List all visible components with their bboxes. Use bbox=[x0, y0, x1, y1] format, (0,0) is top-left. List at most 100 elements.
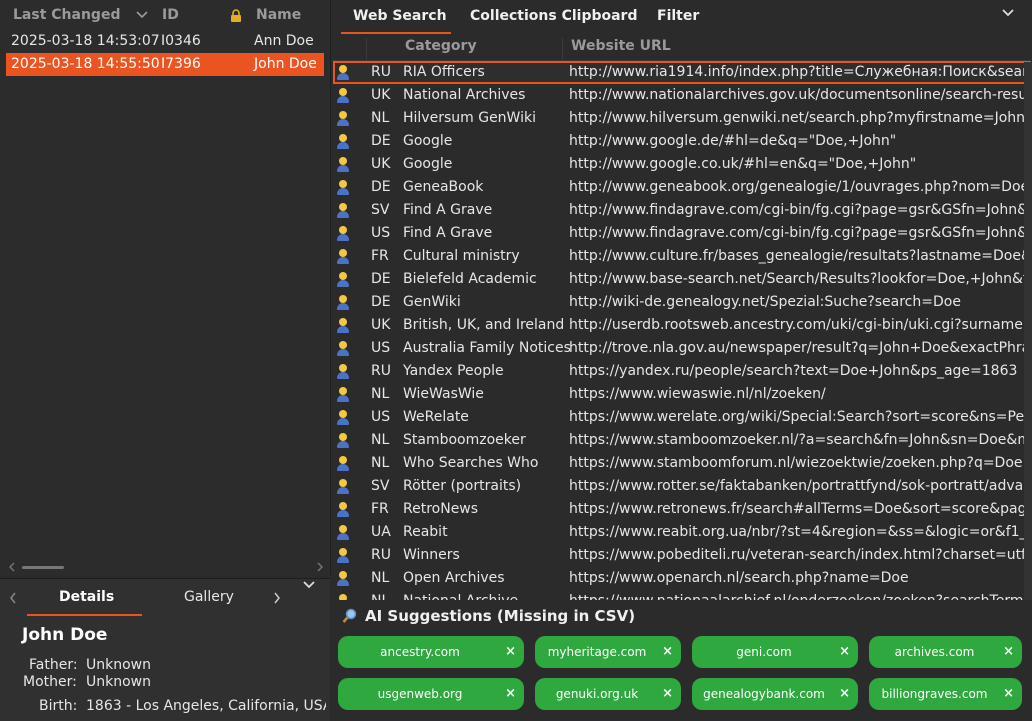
search-row[interactable]: DE Google http://www.google.de/#hl=de&q="D… bbox=[333, 130, 1031, 153]
suggestion-chip[interactable]: billiongraves.com × bbox=[869, 678, 1022, 710]
column-last-changed[interactable]: Last Changed bbox=[13, 0, 120, 30]
row-country-code: DE bbox=[371, 294, 391, 310]
row-category: WeRelate bbox=[403, 409, 469, 425]
tab-next-icon[interactable] bbox=[273, 592, 281, 604]
column-id[interactable]: ID bbox=[162, 0, 179, 30]
row-url: https://www.rotter.se/faktabanken/portra… bbox=[569, 478, 1024, 494]
search-row[interactable]: DE Bielefeld Academic http://www.base-sear… bbox=[333, 268, 1031, 291]
suggestion-chip[interactable]: ancestry.com × bbox=[338, 636, 524, 668]
row-url: https://www.openarch.nl/search.php?name=… bbox=[569, 570, 909, 586]
suggestion-chip[interactable]: genealogybank.com × bbox=[692, 678, 858, 710]
column-name[interactable]: Name bbox=[256, 0, 301, 30]
scroll-left-icon[interactable] bbox=[8, 562, 16, 572]
search-row[interactable]: US Australia Family Notices http://trove.n… bbox=[333, 337, 1031, 360]
tab-web-search[interactable]: Web Search bbox=[353, 8, 447, 24]
row-category: Bielefeld Academic bbox=[403, 271, 537, 287]
search-row[interactable]: RU Winners https://www.pobediteli.ru/veter… bbox=[333, 544, 1031, 567]
vertical-scrollbar[interactable] bbox=[1024, 62, 1032, 600]
row-category: Rötter (portraits) bbox=[403, 478, 522, 494]
row-category: Stamboomzoeker bbox=[403, 432, 526, 448]
column-divider bbox=[562, 38, 563, 60]
row-url: https://www.pobediteli.ru/veteran-search… bbox=[569, 547, 1031, 563]
row-country-code: US bbox=[371, 225, 391, 241]
row-url: http://www.culture.fr/bases_genealogie/r… bbox=[569, 248, 1031, 264]
horizontal-scrollbar[interactable] bbox=[22, 566, 64, 569]
chip-close-icon[interactable]: × bbox=[505, 678, 516, 710]
row-category: RetroNews bbox=[403, 501, 479, 517]
tab-filter[interactable]: Filter bbox=[657, 8, 699, 24]
row-url: http://www.google.de/#hl=de&q="Doe,+John… bbox=[569, 133, 897, 149]
ai-suggestions-title: AI Suggestions (Missing in CSV) bbox=[365, 607, 636, 625]
column-website-url[interactable]: Website URL bbox=[571, 38, 671, 54]
chip-close-icon[interactable]: × bbox=[505, 636, 516, 668]
chip-label: genuki.org.uk bbox=[555, 687, 639, 701]
search-row[interactable]: NL Open Archives https://www.openarch.nl/s… bbox=[333, 567, 1031, 590]
chip-label: billiongraves.com bbox=[881, 687, 988, 701]
person-icon bbox=[336, 525, 350, 540]
row-url: https://www.werelate.org/wiki/Special:Se… bbox=[569, 409, 1031, 425]
person-icon bbox=[336, 502, 350, 517]
birth-label: Birth: bbox=[39, 698, 78, 714]
row-category: Australia Family Notices bbox=[403, 340, 571, 356]
tab-details[interactable]: Details bbox=[59, 589, 114, 605]
search-row[interactable]: US WeRelate https://www.werelate.org/wiki/… bbox=[333, 406, 1031, 429]
search-row[interactable]: DE GeneaBook http://www.geneabook.org/gene… bbox=[333, 176, 1031, 199]
search-row[interactable]: DE GenWiki http://wiki-de.genealogy.net/Sp… bbox=[333, 291, 1031, 314]
search-row[interactable]: NL Who Searches Who https://www.stamboomfo… bbox=[333, 452, 1031, 475]
search-row[interactable]: FR RetroNews https://www.retronews.fr/sear… bbox=[333, 498, 1031, 521]
row-country-code: DE bbox=[371, 271, 391, 287]
chip-close-icon[interactable]: × bbox=[662, 636, 673, 668]
row-url: http://www.findagrave.com/cgi-bin/fg.cgi… bbox=[569, 202, 1031, 218]
person-list: Last Changed ID Name 2025-03-18 14:53:07… bbox=[0, 0, 331, 575]
person-row[interactable]: 2025-03-18 14:53:07 I0346 Ann Doe bbox=[6, 30, 324, 53]
search-row[interactable]: NL Hilversum GenWiki http://www.hilversum.… bbox=[333, 107, 1031, 130]
ai-suggestions-panel: AI Suggestions (Missing in CSV) ancestry… bbox=[332, 600, 1032, 720]
search-row[interactable]: NL Stamboomzoeker https://www.stamboomzoek… bbox=[333, 429, 1031, 452]
column-divider bbox=[366, 38, 367, 60]
search-row[interactable]: UK British, UK, and Ireland http://userdb.… bbox=[333, 314, 1031, 337]
row-url: http://www.google.co.uk/#hl=en&q="Doe,+J… bbox=[569, 156, 917, 172]
suggestion-chip[interactable]: archives.com × bbox=[869, 636, 1022, 668]
row-country-code: NL bbox=[371, 570, 390, 586]
person-icon bbox=[336, 203, 350, 218]
row-category: WieWasWie bbox=[403, 386, 484, 402]
suggestion-chip[interactable]: genuki.org.uk × bbox=[535, 678, 681, 710]
search-row[interactable]: SV Find A Grave http://www.findagrave.com/… bbox=[333, 199, 1031, 222]
search-row[interactable]: FR Cultural ministry http://www.culture.fr… bbox=[333, 245, 1031, 268]
search-row[interactable]: UK National Archives http://www.nationalar… bbox=[333, 84, 1031, 107]
chip-close-icon[interactable]: × bbox=[839, 636, 850, 668]
chip-close-icon[interactable]: × bbox=[839, 678, 850, 710]
chip-close-icon[interactable]: × bbox=[1003, 678, 1014, 710]
mother-value: Unknown bbox=[86, 674, 151, 690]
sort-chevron-down-icon[interactable] bbox=[136, 11, 148, 19]
row-category: National Archives bbox=[403, 87, 526, 103]
suggestion-chip[interactable]: geni.com × bbox=[692, 636, 858, 668]
chip-close-icon[interactable]: × bbox=[662, 678, 673, 710]
tab-menu-chevron-icon[interactable] bbox=[303, 581, 315, 589]
row-url: https://yandex.ru/people/search?text=Doe… bbox=[569, 363, 1018, 379]
suggestion-chip[interactable]: usgenweb.org × bbox=[338, 678, 524, 710]
person-row-selected[interactable]: 2025-03-18 14:55:50 I7396 John Doe bbox=[6, 53, 324, 76]
row-category: GenWiki bbox=[403, 294, 461, 310]
search-row[interactable]: NL WieWasWie https://www.wiewaswie.nl/nl/z… bbox=[333, 383, 1031, 406]
tab-collections-clipboard[interactable]: Collections Clipboard bbox=[470, 8, 637, 24]
person-icon bbox=[336, 88, 350, 103]
person-icon bbox=[336, 249, 350, 264]
suggestion-chip[interactable]: myheritage.com × bbox=[535, 636, 681, 668]
search-row[interactable]: UA Reabit https://www.reabit.org.ua/nbr/?s… bbox=[333, 521, 1031, 544]
scroll-right-icon[interactable] bbox=[316, 562, 324, 572]
tab-gallery[interactable]: Gallery bbox=[184, 589, 234, 605]
row-url: http://www.findagrave.com/cgi-bin/fg.cgi… bbox=[569, 225, 1031, 241]
search-row[interactable]: SV Rötter (portraits) https://www.rotter.s… bbox=[333, 475, 1031, 498]
search-row-selected[interactable]: RU RIA Officers http://www.ria1914.info/in… bbox=[333, 61, 1031, 84]
person-icon bbox=[336, 571, 350, 586]
column-category[interactable]: Category bbox=[405, 38, 477, 54]
search-row[interactable]: RU Yandex People https://yandex.ru/people/… bbox=[333, 360, 1031, 383]
tab-prev-icon[interactable] bbox=[9, 592, 17, 604]
chip-close-icon[interactable]: × bbox=[1003, 636, 1014, 668]
web-search-panel: Web Search Collections Clipboard Filter … bbox=[332, 0, 1032, 609]
search-row[interactable]: UK Google http://www.google.co.uk/#hl=en&q… bbox=[333, 153, 1031, 176]
search-row[interactable]: US Find A Grave http://www.findagrave.com/… bbox=[333, 222, 1031, 245]
panel-menu-chevron-icon[interactable] bbox=[1002, 9, 1014, 17]
row-country-code: UK bbox=[371, 87, 391, 103]
